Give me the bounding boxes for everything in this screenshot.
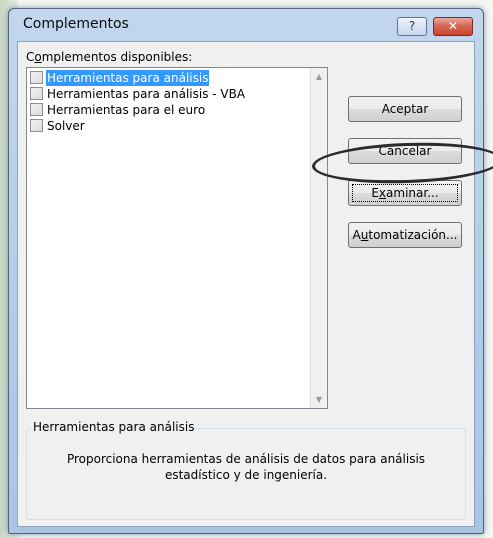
addins-dialog: Complementos ? ✕ Complementos disponible… xyxy=(8,8,493,534)
question-icon: ? xyxy=(408,19,416,33)
description-title: Herramientas para análisis xyxy=(31,420,197,434)
addin-checkbox[interactable] xyxy=(30,71,43,84)
dialog-body: Complementos disponibles: Herramientas p… xyxy=(17,41,475,527)
browse-button[interactable]: Examinar... xyxy=(348,180,462,206)
help-button[interactable]: ? xyxy=(397,17,427,36)
close-icon: ✕ xyxy=(447,19,459,33)
cancel-button[interactable]: Cancelar xyxy=(348,138,462,164)
addin-checkbox[interactable] xyxy=(30,87,43,100)
automation-button[interactable]: Automatización... xyxy=(348,222,462,248)
focus-rectangle xyxy=(352,184,458,202)
addin-label: Herramientas para análisis - VBA xyxy=(47,87,246,101)
addin-label: Solver xyxy=(47,119,85,133)
title-bar[interactable]: Complementos ? ✕ xyxy=(9,9,483,41)
description-text: Proporciona herramientas de análisis de … xyxy=(66,452,426,482)
addin-checkbox[interactable] xyxy=(30,119,43,132)
list-scrollbar[interactable]: ▲ ▼ xyxy=(310,68,327,408)
addin-label: Herramientas para análisis xyxy=(46,70,210,86)
addins-list[interactable]: Herramientas para análisis Herramientas … xyxy=(26,67,328,409)
description-group: Herramientas para análisis Proporciona h… xyxy=(26,420,466,520)
close-button[interactable]: ✕ xyxy=(433,17,473,36)
accept-button[interactable]: Aceptar xyxy=(348,96,462,122)
available-addins-label: Complementos disponibles: xyxy=(26,50,193,64)
dialog-title: Complementos xyxy=(23,16,129,32)
scroll-down-icon[interactable]: ▼ xyxy=(311,391,327,408)
addin-checkbox[interactable] xyxy=(30,103,43,116)
addin-label: Herramientas para el euro xyxy=(47,103,206,117)
scroll-up-icon[interactable]: ▲ xyxy=(311,68,327,85)
